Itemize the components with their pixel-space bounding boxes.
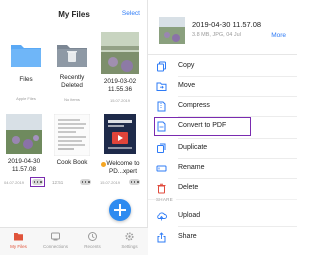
compress-icon [157,101,166,112]
file-title: 2019-04-30 11.57.08 [192,20,262,29]
folder-icon [14,233,23,241]
duplicate-icon [157,143,166,153]
pdf-thumbnail [104,114,136,154]
new-badge-icon [101,162,106,167]
file-more-button[interactable] [80,179,91,185]
more-button-highlight [30,177,45,187]
action-rename[interactable]: Rename [148,159,297,179]
photo-thumbnail [6,114,42,154]
upload-icon [157,212,167,221]
action-upload[interactable]: Upload [148,207,297,227]
file-more-button[interactable] [129,179,140,185]
tile-meta: No items [64,97,80,102]
folder-icon [11,45,41,67]
grid-item-recently-deleted[interactable]: Recently Deleted No items [50,36,94,106]
document-thumbnail [54,114,90,156]
tile-name: Files [19,76,33,83]
tile-meta: 12:51 [52,180,64,185]
action-duplicate[interactable]: Duplicate [148,139,297,159]
tab-recents[interactable]: Recents [74,231,111,249]
file-actions-sheet: 2019-04-30 11.57.08 3.8 MB, JPG, 04 Jul … [148,0,297,255]
action-compress[interactable]: Compress [148,97,297,117]
grid-item-photo-2019-03-02[interactable]: 2019-03-02 11.55.36 15.07.2019 [98,30,142,106]
tab-connections[interactable]: Connections [37,231,74,249]
file-meta: 3.8 MB, JPG, 04 Jul [192,32,241,38]
file-thumbnail [159,17,185,44]
photo-thumbnail [101,32,139,74]
tile-meta: Apple Files [16,96,36,101]
move-icon [156,82,167,91]
tile-name: Recently Deleted [59,74,85,89]
divider [148,54,297,55]
action-copy[interactable]: Copy [148,57,297,77]
convert-to-pdf-highlight [154,117,251,136]
action-delete[interactable]: Delete [148,179,297,199]
divider [178,226,297,227]
rename-icon [156,165,167,172]
copy-icon [157,61,166,72]
tile-name: Cook Book [56,159,88,166]
select-button[interactable]: Select [122,10,140,17]
gear-icon [125,232,134,241]
action-move[interactable]: Move [148,77,297,97]
tile-name: 2019-03-02 11.55.36 [103,78,137,93]
tile-meta: 15.07.2019 [100,180,121,185]
add-button[interactable] [109,199,131,221]
section-header-share: SHARE [156,197,177,202]
share-icon [157,232,166,243]
trash-icon [157,183,166,194]
clock-icon [88,232,97,241]
tab-settings[interactable]: Settings [111,231,148,249]
action-share[interactable]: Share [148,228,297,248]
tab-bar: My Files Connections Recents Settings [0,227,148,255]
tile-meta: 15.07.2019 [109,98,131,103]
grid-item-files[interactable]: Files Apple Files [4,36,48,106]
my-files-screen: My Files Select Files Apple Files Recent… [0,0,148,255]
tile-name: 2019-04-30 11.57.08 [7,158,41,173]
connections-icon [51,232,60,241]
tab-my-files[interactable]: My Files [0,231,37,249]
trash-folder-icon [57,45,87,67]
more-link[interactable]: More [271,32,286,39]
